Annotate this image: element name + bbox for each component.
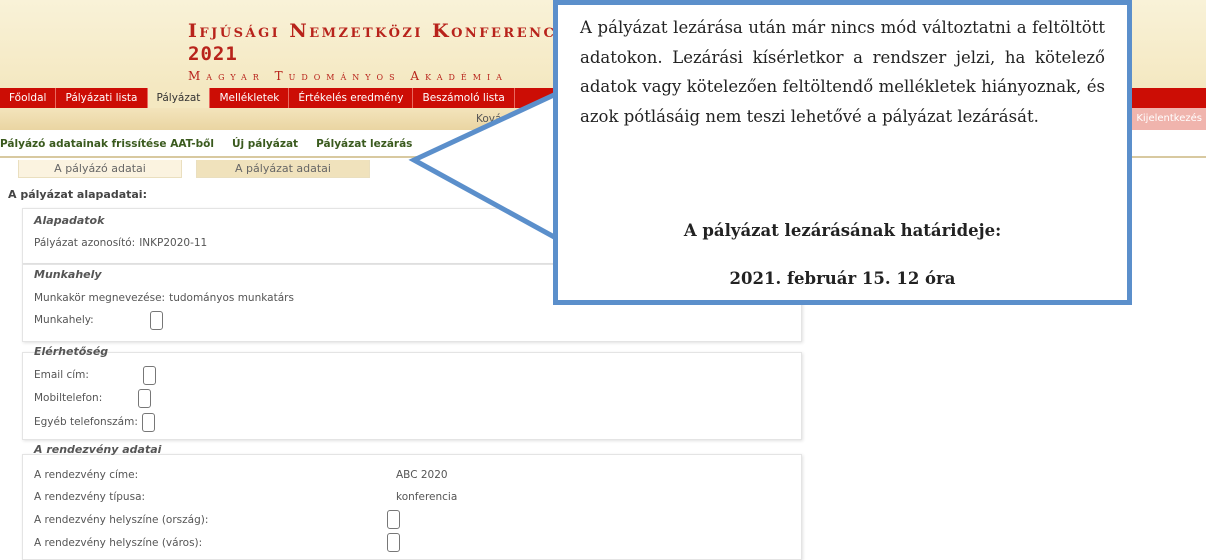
- app-year: 2021: [188, 43, 238, 65]
- varos-field[interactable]: [387, 533, 400, 552]
- callout-deadline-label: A pályázat lezárásának határideje:: [683, 221, 1002, 240]
- label-egyeb-telefon: Egyéb telefonszám:: [34, 416, 138, 428]
- label-rendezveny-tipus: A rendezvény típusa:: [34, 491, 146, 503]
- row-azonosito: Pályázat azonosító: INKP2020-11: [34, 234, 207, 252]
- value-azonosito: INKP2020-11: [139, 237, 208, 249]
- nav-item-palyazati-lista[interactable]: Pályázati lista: [56, 88, 148, 108]
- sub-item-palyazat-lezaras[interactable]: Pályázat lezárás: [316, 138, 412, 154]
- row-munkakor: Munkakör megnevezése: tudományos munkatá…: [34, 289, 294, 307]
- logout-link[interactable]: Kijelentkezés: [1128, 108, 1206, 130]
- orszag-field[interactable]: [387, 510, 400, 529]
- value-rendezveny-cim: ABC 2020: [396, 469, 448, 481]
- tab-palyazo-adatai[interactable]: A pályázó adatai: [18, 160, 182, 178]
- label-rendezveny-cim: A rendezvény címe:: [34, 469, 139, 481]
- label-munkahely: Munkahely:: [34, 314, 94, 326]
- row-munkahely: Munkahely:: [34, 310, 163, 330]
- group-heading-alapadatok: Alapadatok: [34, 214, 105, 227]
- value-munkakor: tudományos munkatárs: [169, 292, 294, 304]
- sub-item-uj-palyazat[interactable]: Új pályázat: [232, 138, 298, 154]
- nav-item-ertekeles-eredmeny[interactable]: Értékelés eredmény: [289, 88, 414, 108]
- callout-text: A pályázat lezárása után már nincs mód v…: [580, 18, 1105, 126]
- row-egyeb-telefon: Egyéb telefonszám:: [34, 412, 155, 432]
- label-rendezveny-orszag: A rendezvény helyszíne (ország):: [34, 514, 209, 526]
- sub-item-frissites[interactable]: Pályázó adatainak frissítése AAT-ből: [0, 138, 214, 154]
- group-heading-elerhetoseg: Elérhetőség: [34, 345, 109, 358]
- label-mobil: Mobiltelefon:: [34, 392, 103, 404]
- tab-palyazat-adatai[interactable]: A pályázat adatai: [196, 160, 370, 178]
- value-rendezveny-tipus: konferencia: [396, 491, 458, 503]
- app-subtitle: Magyar Tudományos Akadémia: [188, 69, 508, 83]
- row-email: Email cím:: [34, 365, 156, 385]
- label-email: Email cím:: [34, 369, 89, 381]
- label-azonosito: Pályázat azonosító:: [34, 237, 136, 249]
- callout-box: A pályázat lezárása után már nincs mód v…: [553, 0, 1132, 305]
- email-field[interactable]: [142, 365, 156, 385]
- label-munkakor: Munkakör megnevezése:: [34, 292, 166, 304]
- label-rendezveny-varos: A rendezvény helyszíne (város):: [34, 537, 203, 549]
- nav-item-mellekletek[interactable]: Mellékletek: [210, 88, 290, 108]
- callout-deadline-value: 2021. február 15. 12 óra: [729, 269, 956, 288]
- nav-item-palyazat[interactable]: Pályázat: [147, 88, 211, 108]
- munkahely-field[interactable]: [149, 310, 163, 330]
- row-mobil: Mobiltelefon:: [34, 388, 152, 408]
- group-heading-rendezveny: A rendezvény adatai: [34, 443, 162, 456]
- group-heading-munkahely: Munkahely: [34, 268, 102, 281]
- egyeb-telefon-field[interactable]: [141, 412, 155, 432]
- sub-nav: Pályázó adatainak frissítése AAT-ből Új …: [0, 138, 412, 154]
- nav-item-fooldal[interactable]: Főoldal: [0, 88, 57, 108]
- app-title: Ifjúsági Nemzetközi Konferencia: [188, 20, 578, 42]
- section-title: A pályázat alapadatai:: [8, 188, 147, 201]
- tab-bar: A pályázó adatai A pályázat adatai: [18, 160, 370, 178]
- mobil-field[interactable]: [138, 388, 152, 408]
